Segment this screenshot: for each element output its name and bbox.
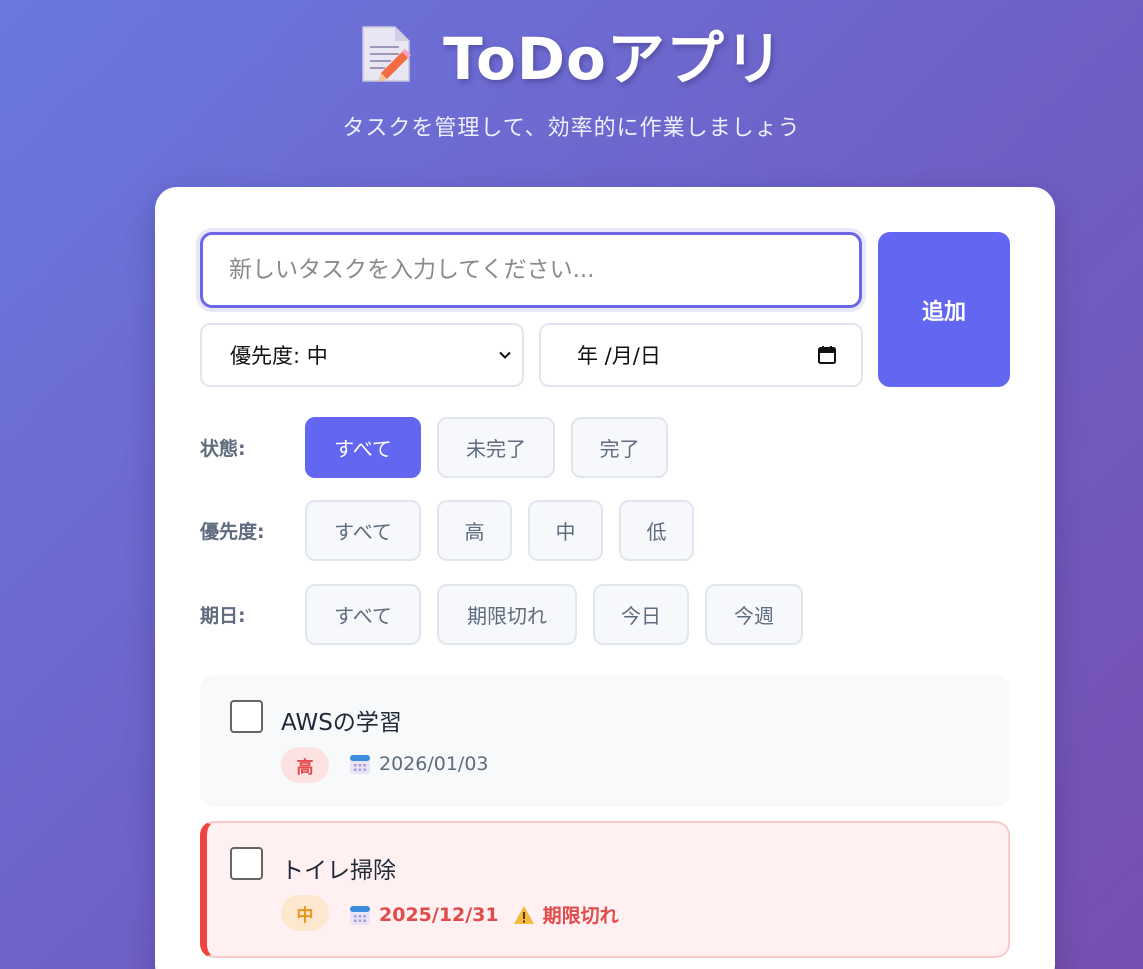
todo-item-overdue: トイレ掃除 中 2025/12/31 期限切れ [200, 821, 1010, 958]
page-title: ToDoアプリ [443, 25, 784, 93]
todo-title: AWSの学習 [281, 710, 402, 736]
chevron-down-icon [499, 351, 511, 359]
todo-card: 優先度: 中 年 /月/日 追加 状態: すべて 未完了 完了 優先度: すべて… [155, 187, 1055, 969]
calendar-icon [350, 755, 370, 774]
priority-filter-all[interactable]: すべて [305, 500, 421, 561]
overdue-label: 期限切れ [542, 905, 619, 927]
app-header: ToDoアプリ タスクを管理して、効率的に作業しましょう [0, 18, 1143, 142]
priority-filter-high[interactable]: 高 [437, 500, 512, 561]
status-filter-all[interactable]: すべて [305, 417, 421, 478]
status-filter-label: 状態: [200, 438, 246, 460]
add-button[interactable]: 追加 [878, 232, 1010, 387]
status-filter-row: 状態: すべて 未完了 完了 [200, 417, 684, 478]
todo-due-date: 2026/01/03 [379, 753, 489, 775]
calendar-icon[interactable] [817, 345, 837, 365]
priority-filter-mid[interactable]: 中 [528, 500, 603, 561]
todo-checkbox[interactable] [230, 847, 263, 880]
page-subtitle: タスクを管理して、効率的に作業しましょう [342, 116, 801, 141]
priority-filter-row: 優先度: すべて 高 中 低 [200, 500, 710, 561]
priority-filter-label: 優先度: [200, 521, 265, 543]
warning-icon [513, 905, 534, 924]
todo-due: 2026/01/03 [349, 753, 489, 775]
calendar-icon [350, 905, 370, 925]
priority-badge: 高 [281, 747, 329, 783]
memo-icon [359, 23, 415, 85]
todo-item: AWSの学習 高 2026/01/03 [200, 675, 1010, 807]
priority-filter-low[interactable]: 低 [619, 500, 694, 561]
due-filter-today[interactable]: 今日 [593, 584, 689, 645]
due-filter-label: 期日: [200, 605, 246, 627]
todo-due-date: 2025/12/31 [379, 903, 499, 926]
due-filter-all[interactable]: すべて [305, 584, 421, 645]
priority-select-value: 優先度: 中 [230, 344, 328, 368]
todo-title: トイレ掃除 [281, 858, 396, 884]
title-row: ToDoアプリ [0, 18, 1143, 93]
due-filter-row: 期日: すべて 期限切れ 今日 今週 [200, 584, 819, 645]
status-filter-complete[interactable]: 完了 [571, 417, 668, 478]
status-filter-incomplete[interactable]: 未完了 [437, 417, 555, 478]
task-input[interactable] [200, 232, 862, 308]
priority-badge: 中 [281, 895, 329, 931]
due-filter-overdue[interactable]: 期限切れ [437, 584, 577, 645]
due-date-input[interactable]: 年 /月/日 [539, 323, 863, 387]
todo-due: 2025/12/31 期限切れ [349, 901, 619, 928]
todo-checkbox[interactable] [230, 700, 263, 733]
due-date-placeholder: 年 /月/日 [577, 344, 661, 368]
due-filter-week[interactable]: 今週 [705, 584, 803, 645]
priority-select[interactable]: 優先度: 中 [200, 323, 524, 387]
